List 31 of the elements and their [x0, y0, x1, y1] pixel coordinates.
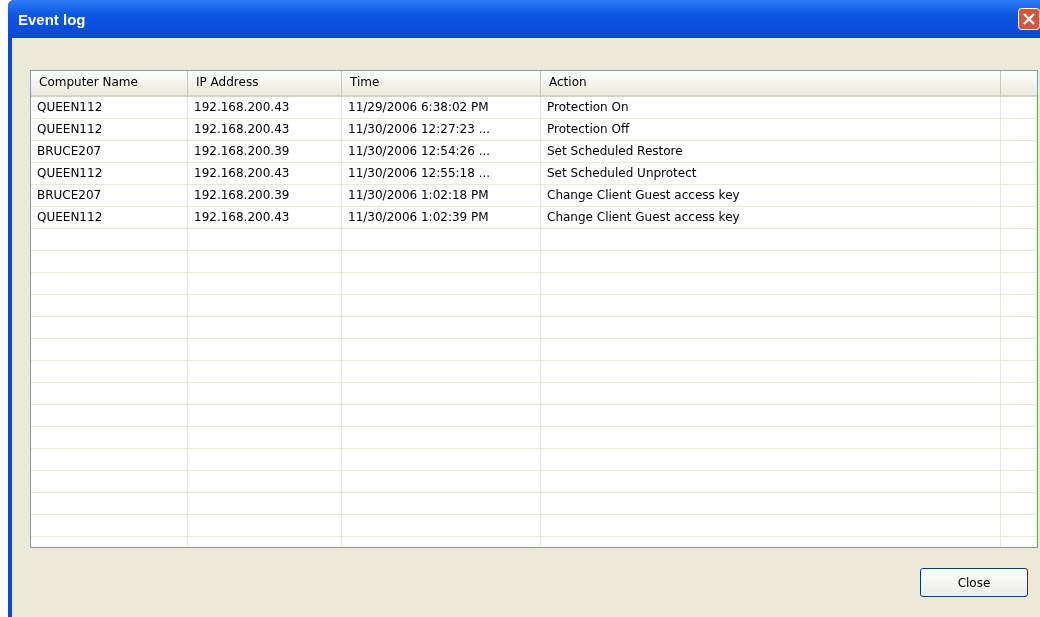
table-cell: BRUCE207 — [37, 144, 102, 158]
close-button[interactable]: Close — [920, 568, 1028, 597]
table-cell: 192.168.200.43 — [194, 122, 290, 136]
column-header[interactable]: Time — [342, 71, 541, 95]
table-cell: Change Client Guest access key — [547, 188, 740, 202]
table-cell: 192.168.200.43 — [194, 100, 290, 114]
table-cell: QUEEN112 — [37, 100, 103, 114]
table-cell: Protection On — [547, 100, 629, 114]
table-cell: BRUCE207 — [37, 188, 102, 202]
table-cell: QUEEN112 — [37, 122, 103, 136]
table-cell: Protection Off — [547, 122, 630, 136]
table-cell: QUEEN112 — [37, 210, 103, 224]
table-cell: Set Scheduled Restore — [547, 144, 683, 158]
table-cell: Set Scheduled Unprotect — [547, 166, 697, 180]
column-header[interactable]: Action — [541, 71, 1001, 95]
table-cell: 192.168.200.39 — [194, 144, 290, 158]
table-cell: 192.168.200.43 — [194, 210, 290, 224]
table-cell: 192.168.200.43 — [194, 166, 290, 180]
table-cell: 11/30/2006 12:55:18 ... — [348, 166, 491, 180]
column-header[interactable]: IP Address — [188, 71, 342, 95]
table-cell: Change Client Guest access key — [547, 210, 740, 224]
table-cell: 11/30/2006 12:54:26 ... — [348, 144, 491, 158]
table-cell: 192.168.200.39 — [194, 188, 290, 202]
table-cell: QUEEN112 — [37, 166, 103, 180]
table-cell: 11/30/2006 12:27:23 ... — [348, 122, 491, 136]
table-cell: 11/30/2006 1:02:18 PM — [348, 188, 489, 202]
close-icon[interactable] — [1018, 8, 1040, 30]
table-cell: 11/30/2006 1:02:39 PM — [348, 210, 489, 224]
column-header[interactable]: Computer Name — [31, 71, 188, 95]
table-cell: 11/29/2006 6:38:02 PM — [348, 100, 489, 114]
window-title: Event log — [18, 10, 86, 28]
